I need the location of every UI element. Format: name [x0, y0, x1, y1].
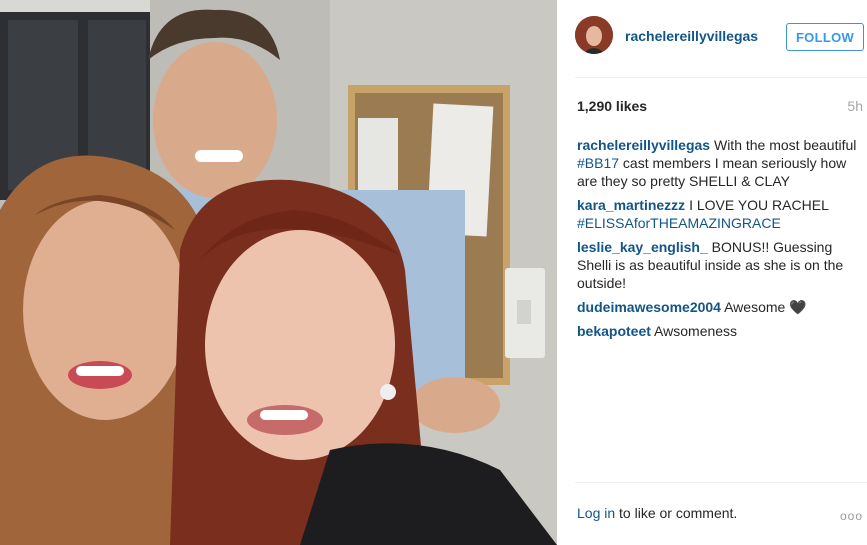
hashtag-link[interactable]: #BB17: [577, 155, 619, 171]
comment-username[interactable]: bekapoteet: [577, 323, 651, 339]
selfie-image: [0, 0, 557, 545]
comment: kara_martinezzz I LOVE YOU RACHEL #ELISS…: [577, 196, 862, 232]
comment: dudeimawesome2004 Awesome 🖤: [577, 298, 862, 316]
comment-text: Awesome: [724, 299, 790, 315]
post-photo[interactable]: [0, 0, 557, 545]
comments-list: rachelereillyvillegas With the most beau…: [577, 136, 862, 346]
likes-count[interactable]: 1,290 likes: [577, 98, 647, 114]
comment-text: With the most beautiful: [713, 137, 857, 153]
avatar-image: [575, 16, 613, 54]
comment-text: Awsomeness: [654, 323, 738, 339]
avatar[interactable]: [575, 16, 613, 54]
comment: rachelereillyvillegas With the most beau…: [577, 136, 862, 190]
comment-username[interactable]: leslie_kay_english_: [577, 239, 708, 255]
post-time: 5h: [847, 98, 863, 114]
divider: [575, 77, 867, 78]
login-link[interactable]: Log in: [577, 505, 615, 521]
comment-username[interactable]: kara_martinezzz: [577, 197, 685, 213]
hashtag-link[interactable]: #ELISSAforTHEAMAZINGRACE: [577, 215, 781, 231]
comment-username[interactable]: rachelereillyvillegas: [577, 137, 710, 153]
username-link[interactable]: rachelereillyvillegas: [625, 28, 758, 44]
post-sidebar: rachelereillyvillegas FOLLOW 1,290 likes…: [557, 0, 867, 545]
login-prompt-text: to like or comment.: [615, 505, 738, 521]
comment: bekapoteet Awsomeness: [577, 322, 862, 340]
comment-text: I LOVE YOU RACHEL: [689, 197, 829, 213]
comment-username[interactable]: dudeimawesome2004: [577, 299, 721, 315]
login-prompt: Log in to like or comment.: [577, 505, 737, 521]
heart-emoji-icon: 🖤: [789, 299, 807, 315]
comment: leslie_kay_english_ BONUS!! Guessing She…: [577, 238, 862, 292]
divider: [575, 482, 867, 483]
more-options-icon[interactable]: ooo: [840, 509, 863, 523]
post-header: rachelereillyvillegas FOLLOW: [575, 15, 867, 60]
follow-button[interactable]: FOLLOW: [786, 23, 864, 51]
